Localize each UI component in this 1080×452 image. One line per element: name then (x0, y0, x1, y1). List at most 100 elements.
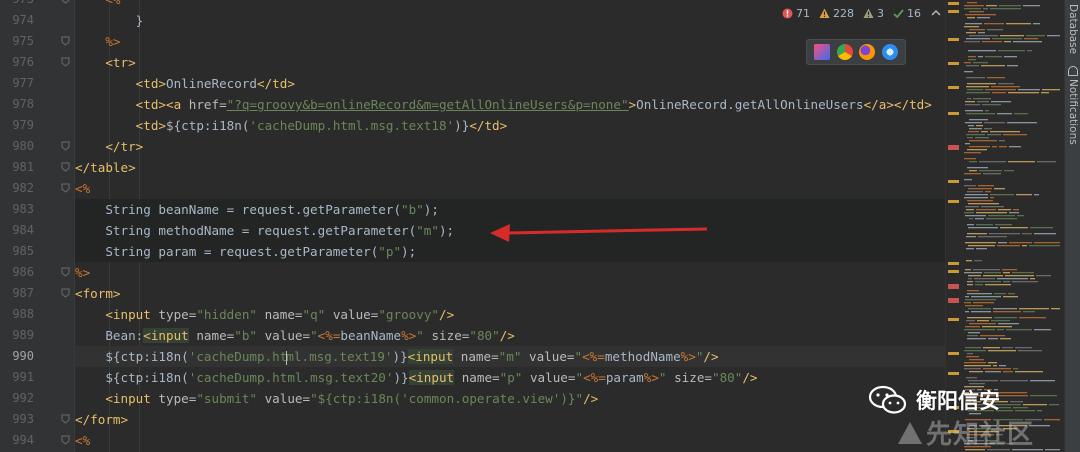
tool-window-notifications[interactable]: Notifications (1065, 66, 1080, 145)
code-line[interactable]: 983 String beanName = request.getParamet… (0, 199, 1080, 220)
typo-count[interactable]: 16 (893, 7, 921, 20)
chrome-icon[interactable] (836, 44, 853, 60)
code-token: beanName (340, 328, 402, 343)
minimap-stroke (997, 329, 1004, 331)
minimap-stroke (964, 173, 981, 175)
code-line[interactable]: 981 </table> (0, 157, 1080, 178)
minimap-stroke (967, 293, 992, 295)
minimap-stroke (1004, 170, 1014, 172)
fold-marker-icon[interactable] (61, 57, 70, 67)
chevron-up-icon[interactable] (930, 7, 942, 19)
code-text: <% (75, 0, 120, 10)
tool-window-database[interactable]: Database (1065, 4, 1080, 54)
inspection-marker[interactable] (948, 262, 959, 265)
code-token: <td> (135, 118, 167, 133)
inspection-marker[interactable] (948, 38, 959, 41)
code-line[interactable]: 979 <td>${ctp:i18n('cacheDump.html.msg.t… (0, 115, 1080, 136)
code-line[interactable]: 990 ${ctp:i18n('cacheDump.html.msg.text1… (0, 346, 1080, 367)
code-line[interactable]: 987 <form> (0, 283, 1080, 304)
minimap-stroke (983, 347, 1000, 349)
inspection-marker[interactable] (948, 62, 959, 65)
inspection-marker[interactable] (948, 318, 959, 321)
minimap-stroke (997, 113, 1012, 115)
fold-marker-icon[interactable] (61, 141, 70, 151)
inspection-marker[interactable] (948, 2, 959, 5)
code-token: </tr> (105, 139, 144, 154)
minimap-stroke (988, 362, 997, 364)
code-line[interactable]: 978 <td><a href="?q=groovy&b=onlineRecor… (0, 94, 1080, 115)
code-text-area: <input type="hidden" name="q" value="gro… (75, 304, 945, 325)
code-token: 'common.operate.view' (401, 391, 561, 406)
minimap-stroke (983, 173, 1001, 175)
minimap-stroke (966, 65, 979, 67)
inspection-marker[interactable] (948, 298, 959, 303)
line-number: 979 (12, 118, 34, 132)
minimap-stroke (994, 188, 1005, 190)
minimap-stroke (964, 26, 979, 28)
code-token: "m" (498, 349, 522, 364)
inspection-marker[interactable] (948, 10, 959, 13)
safari-icon[interactable] (881, 44, 898, 60)
minimap-stroke (965, 242, 996, 244)
minimap-stroke (966, 209, 974, 211)
fold-marker-icon[interactable] (61, 435, 70, 445)
minimap-stroke (976, 248, 987, 250)
error-count[interactable]: 71 (782, 7, 810, 20)
inspection-marker[interactable] (948, 372, 959, 375)
fold-marker-icon[interactable] (61, 414, 70, 424)
minimap-stroke (964, 62, 971, 64)
fold-marker-icon[interactable] (61, 183, 70, 193)
inspection-marker[interactable] (948, 180, 959, 183)
fold-marker-icon[interactable] (61, 162, 70, 172)
inspection-marker[interactable] (948, 284, 959, 289)
fold-marker-icon[interactable] (61, 288, 70, 298)
code-line[interactable]: 986 %> (0, 262, 1080, 283)
minimap-stroke (997, 245, 1020, 247)
code-line[interactable]: 980 </tr> (0, 136, 1080, 157)
inspection-marker[interactable] (948, 86, 959, 89)
fold-marker-icon[interactable] (61, 0, 70, 4)
code-text: <% (75, 178, 90, 199)
minimap-stroke (1009, 146, 1021, 148)
code-token: " (416, 328, 424, 343)
code-token: size= (666, 370, 712, 385)
code-line[interactable]: 989 Bean:<input name="b" value="<%=beanN… (0, 325, 1080, 346)
code-token: String methodName = request.getParameter… (75, 223, 417, 238)
code-token: ml.msg.text19' (286, 349, 393, 364)
inspection-marker[interactable] (948, 112, 959, 115)
weak-warning-count[interactable]: 3 (863, 7, 884, 20)
inspection-marker[interactable] (948, 145, 959, 150)
minimap-stroke (965, 305, 983, 307)
minimap-stroke (988, 350, 1016, 352)
minimap-stroke (1000, 338, 1011, 340)
code-line[interactable]: 985 String param = request.getParameter(… (0, 241, 1080, 262)
inspection-marker[interactable] (948, 352, 959, 355)
minimap-stroke (1013, 407, 1028, 409)
code-text-area: String methodName = request.getParameter… (75, 220, 945, 241)
code-line[interactable]: 975 %> (0, 31, 1080, 52)
warning-count[interactable]: 228 (819, 7, 854, 20)
code-line[interactable]: 988 <input type="hidden" name="q" value=… (0, 304, 1080, 325)
inspection-marker[interactable] (948, 200, 959, 203)
code-line[interactable]: 982 <% (0, 178, 1080, 199)
code-token: "submit" (196, 391, 258, 406)
code-token: ); (423, 202, 439, 217)
fold-marker-icon[interactable] (61, 36, 70, 46)
firefox-icon[interactable] (859, 44, 876, 60)
code-text: <tr> (75, 52, 135, 73)
code-line[interactable]: 977 <td>OnlineRecord</td> (0, 73, 1080, 94)
minimap-stroke (968, 275, 981, 277)
inspection-marker[interactable] (948, 270, 959, 273)
code-token: /> (703, 349, 719, 364)
notifications-tab-label: Notifications (1067, 79, 1079, 145)
minimap-stroke (988, 338, 998, 340)
code-line[interactable]: 984 String methodName = request.getParam… (0, 220, 1080, 241)
intellij-icon[interactable] (814, 44, 831, 60)
code-token: value= (521, 349, 575, 364)
fold-marker-icon[interactable] (61, 267, 70, 277)
inspection-widget[interactable]: 71 228 3 16 (778, 3, 967, 23)
code-line[interactable]: 976 <tr> (0, 52, 1080, 73)
minimap-stroke (998, 395, 1028, 397)
minimap-stroke (964, 350, 986, 352)
